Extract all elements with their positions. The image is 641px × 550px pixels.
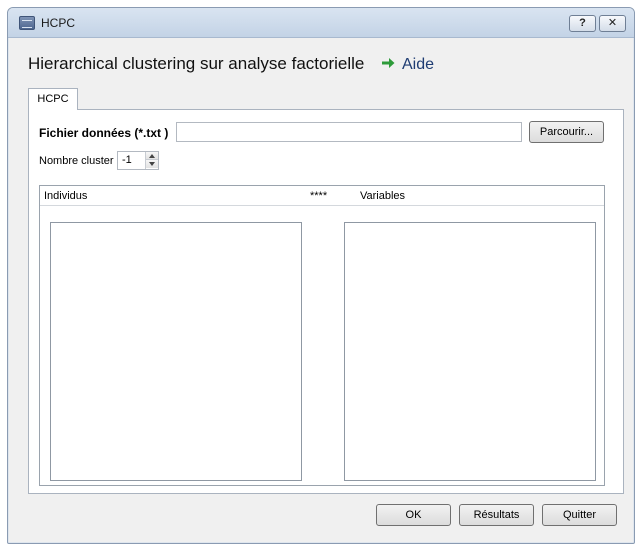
lists-header: Individus **** Variables	[40, 186, 604, 206]
aide-link[interactable]: Aide	[380, 56, 434, 74]
cluster-label: Nombre cluster	[39, 155, 114, 167]
variables-header: Variables	[360, 190, 406, 202]
spin-down-icon[interactable]	[146, 160, 158, 168]
individus-header: Individus	[44, 190, 88, 202]
file-label: Fichier données (*.txt )	[39, 126, 169, 140]
quit-button[interactable]: Quitter	[542, 504, 617, 526]
file-input[interactable]	[176, 122, 522, 142]
variables-list[interactable]	[344, 222, 596, 481]
tab-panel: Fichier données (*.txt ) Parcourir... No…	[28, 109, 624, 494]
header-separator: ****	[310, 190, 328, 202]
close-button[interactable]: ✕	[599, 15, 626, 32]
aide-label: Aide	[402, 56, 435, 73]
cluster-value: -1	[122, 154, 132, 166]
arrow-right-icon	[382, 58, 395, 68]
app-icon	[19, 16, 35, 30]
window-title: HCPC	[41, 16, 76, 30]
lists-group: Individus **** Variables	[39, 185, 605, 486]
page-title: Hierarchical clustering sur analyse fact…	[28, 54, 365, 73]
spin-up-icon[interactable]	[146, 152, 158, 160]
ok-button[interactable]: OK	[376, 504, 451, 526]
spin-arrows	[145, 152, 158, 169]
dialog-window: HCPC ? ✕ Hierarchical clustering sur ana…	[7, 7, 635, 544]
help-button[interactable]: ?	[569, 15, 596, 32]
tab-hcpc[interactable]: HCPC	[28, 88, 78, 110]
title-bar: HCPC ? ✕	[8, 8, 634, 38]
individus-list[interactable]	[50, 222, 302, 481]
results-button[interactable]: Résultats	[459, 504, 534, 526]
browse-button[interactable]: Parcourir...	[529, 121, 604, 143]
cluster-spinbox[interactable]: -1	[117, 151, 159, 170]
